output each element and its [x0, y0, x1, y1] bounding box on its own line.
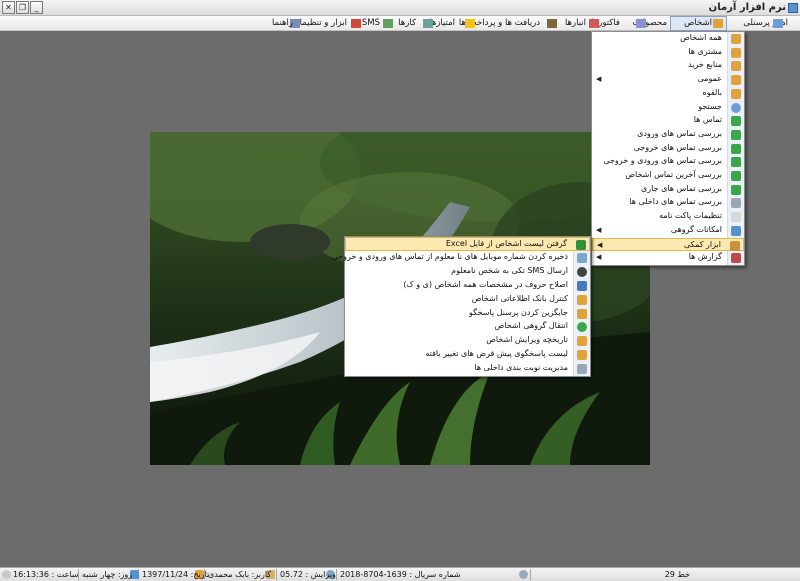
people-icon	[731, 88, 741, 99]
submenu-item-replace-staff[interactable]: جایگزین کردن پرسنل پاسخگو	[345, 307, 590, 321]
status-version: ویرایش : 05.72	[280, 570, 336, 579]
maximize-button[interactable]: ❐	[16, 1, 29, 14]
submenu-item-save-unknown-mobiles[interactable]: ذخیره کردن شماره موبایل های نا معلوم از …	[331, 251, 590, 265]
submenu-item-edit-history[interactable]: تاریخچه ویرایش اشخاص	[345, 334, 590, 348]
menu-points[interactable]: امتیازها	[429, 16, 455, 31]
persons-menu: همه اشخاص مشتری ها منابع خرید عمومی ◀ با…	[591, 31, 745, 266]
phone-icon	[731, 143, 741, 154]
invoices-icon	[589, 19, 599, 28]
people-icon	[731, 34, 741, 44]
submenu-arrow-icon: ◀	[596, 75, 602, 84]
phone-icon	[731, 129, 741, 140]
people-icon	[731, 75, 741, 86]
abc-icon	[577, 280, 587, 291]
submenu-item-import-excel[interactable]: گرفتن لیست اشخاص از فایل Excel	[345, 237, 590, 251]
menu-sms[interactable]: SMS	[362, 16, 380, 31]
menu-item-suppliers[interactable]: منابع خرید	[592, 59, 744, 73]
menu-item-all-persons[interactable]: همه اشخاص	[592, 32, 744, 46]
phone-icon	[731, 171, 741, 181]
status-user: کاربر: بابک محمدی	[208, 570, 272, 579]
people-icon	[577, 308, 587, 319]
menu-help[interactable]: راهنما	[272, 16, 293, 31]
title-bar: ✕ ❐ _ نرم افزار آرمان	[0, 0, 800, 16]
menu-item-general[interactable]: عمومی ◀	[592, 73, 744, 87]
wrench-icon	[730, 240, 740, 251]
submenu-item-extension-queue[interactable]: مدیریت نوبت بندی داخلی ها	[345, 362, 590, 376]
menu-warehouses[interactable]: انبارها	[565, 16, 586, 31]
excel-icon	[576, 240, 586, 250]
menu-item-search[interactable]: جستجو	[592, 101, 744, 115]
menu-item-reports[interactable]: گزارش ها ◀	[592, 251, 744, 265]
phone-icon	[731, 157, 741, 168]
personnel-icon	[773, 19, 783, 28]
close-button[interactable]: ✕	[2, 1, 15, 14]
status-line: خط 29	[664, 570, 690, 579]
people-icon	[577, 336, 587, 347]
status-bar: خط 29 شماره سریال : 1639-8704-2018 ویرای…	[0, 567, 800, 581]
people-icon	[577, 350, 587, 361]
submenu-item-changed-responders[interactable]: لیست پاسخگوی پیش فرض های تغییر یافته	[345, 348, 590, 362]
points-icon	[423, 19, 433, 28]
menu-item-potential[interactable]: بالقوه	[592, 87, 744, 101]
tasks-icon	[383, 19, 393, 28]
phone-icon	[731, 184, 741, 195]
star-icon	[465, 19, 475, 28]
phone-icon	[731, 116, 741, 127]
search-icon	[731, 102, 741, 113]
pen-icon	[731, 198, 741, 209]
pen-icon	[577, 364, 587, 375]
menu-item-outgoing-calls[interactable]: بررسی تماس های خروجی	[592, 142, 744, 156]
menu-item-calls[interactable]: تماس ها	[592, 114, 744, 128]
submenu-item-check-database[interactable]: کنترل بانک اطلاعاتی اشخاص	[345, 293, 590, 307]
menu-item-last-call[interactable]: بررسی آخرین تماس اشخاص	[592, 169, 744, 183]
status-date: تاریخ: 1397/11/24	[142, 570, 210, 579]
menu-bar: امور پرسنلی اشخاص محصولات فاکتورها انبار…	[0, 16, 800, 31]
status-serial: شماره سریال : 1639-8704-2018	[340, 570, 461, 579]
envelope-icon	[731, 212, 741, 223]
people-icon	[731, 47, 741, 58]
tools-icon	[351, 19, 361, 28]
people-icon	[577, 294, 587, 305]
status-day: روز: چهار شنبه	[82, 570, 133, 579]
serial-icon	[519, 570, 528, 579]
app-icon	[788, 3, 798, 13]
add-green-icon	[577, 322, 587, 333]
menu-item-envelope-settings[interactable]: تنظیمات پاکت نامه	[592, 210, 744, 224]
save-phone-icon	[577, 252, 587, 263]
sms-icon	[577, 266, 587, 277]
menu-tasks[interactable]: کارها	[398, 16, 416, 31]
persons-icon	[713, 19, 723, 28]
submenu-arrow-icon: ◀	[596, 253, 602, 262]
submenu-arrow-icon: ◀	[597, 240, 603, 249]
menu-item-in-out-calls[interactable]: بررسی تماس های ورودی و خروجی	[592, 155, 744, 169]
minimize-button[interactable]: _	[30, 1, 43, 14]
report-icon	[731, 253, 741, 264]
warehouse-icon	[547, 19, 557, 28]
menu-item-current-calls[interactable]: بررسی تماس های جاری	[592, 183, 744, 197]
submenu-item-group-transfer[interactable]: انتقال گروهی اشخاص	[345, 320, 590, 334]
products-icon	[636, 19, 646, 28]
submenu-item-fix-letters[interactable]: اصلاح حروف در مشخصات همه اشخاص (ی و ک)	[345, 279, 590, 293]
group-icon	[731, 225, 741, 236]
menu-item-group-features[interactable]: امکانات گروهی ◀	[592, 224, 744, 238]
people-icon	[731, 61, 741, 72]
helper-tools-submenu: گرفتن لیست اشخاص از فایل Excel ذخیره کرد…	[331, 236, 591, 377]
menu-item-incoming-calls[interactable]: بررسی تماس های ورودی	[592, 128, 744, 142]
menu-item-internal-calls[interactable]: بررسی تماس های داخلی ها	[592, 196, 744, 210]
status-time: ساعت : 16:13:36	[13, 570, 79, 579]
window-title: نرم افزار آرمان	[708, 2, 786, 13]
menu-item-customers[interactable]: مشتری ها	[592, 46, 744, 60]
submenu-item-send-sms[interactable]: ارسال SMS تکی به شخص نامعلوم	[345, 265, 590, 279]
clock-icon	[2, 570, 11, 579]
workspace: همه اشخاص مشتری ها منابع خرید عمومی ◀ با…	[0, 31, 800, 567]
window-controls: ✕ ❐ _	[2, 1, 43, 14]
submenu-arrow-icon: ◀	[596, 225, 602, 234]
menu-item-helper-tools[interactable]: ابزار کمکی ◀	[592, 237, 744, 252]
